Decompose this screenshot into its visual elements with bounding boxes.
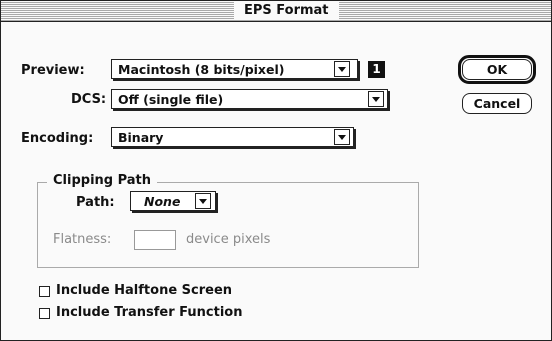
transfer-label[interactable]: Include Transfer Function <box>56 305 243 321</box>
path-value: None <box>144 194 181 209</box>
chevron-down-icon <box>368 91 384 107</box>
encoding-value: Binary <box>118 130 164 145</box>
flatness-unit: device pixels <box>186 232 271 247</box>
encoding-popup[interactable]: Binary <box>111 127 354 147</box>
preview-value: Macintosh (8 bits/pixel) <box>118 62 285 77</box>
title-bar[interactable]: EPS Format <box>1 1 551 22</box>
flatness-label: Flatness: <box>53 232 112 247</box>
preview-popup[interactable]: Macintosh (8 bits/pixel) <box>111 59 358 79</box>
halftone-checkbox[interactable] <box>39 286 50 297</box>
chevron-down-icon <box>334 129 350 145</box>
dcs-popup[interactable]: Off (single file) <box>111 89 388 109</box>
dcs-label: DCS: <box>71 92 107 107</box>
dialog-title: EPS Format <box>234 2 339 20</box>
halftone-label[interactable]: Include Halftone Screen <box>56 283 232 299</box>
encoding-label: Encoding: <box>21 131 94 146</box>
ok-button[interactable]: OK <box>462 59 532 80</box>
path-label: Path: <box>76 195 115 210</box>
dcs-value: Off (single file) <box>118 92 224 107</box>
chevron-down-icon <box>334 61 350 77</box>
chevron-down-icon <box>195 193 211 209</box>
flatness-field[interactable] <box>134 230 176 250</box>
clipping-path-title: Clipping Path <box>47 173 158 189</box>
transfer-checkbox[interactable] <box>39 308 50 319</box>
preview-bit-depth-badge: 1 <box>368 61 385 78</box>
preview-label: Preview: <box>21 63 85 78</box>
cancel-button[interactable]: Cancel <box>462 93 532 114</box>
path-popup[interactable]: None <box>130 191 216 211</box>
eps-format-dialog: EPS Format Preview: Macintosh (8 bits/pi… <box>0 0 552 341</box>
